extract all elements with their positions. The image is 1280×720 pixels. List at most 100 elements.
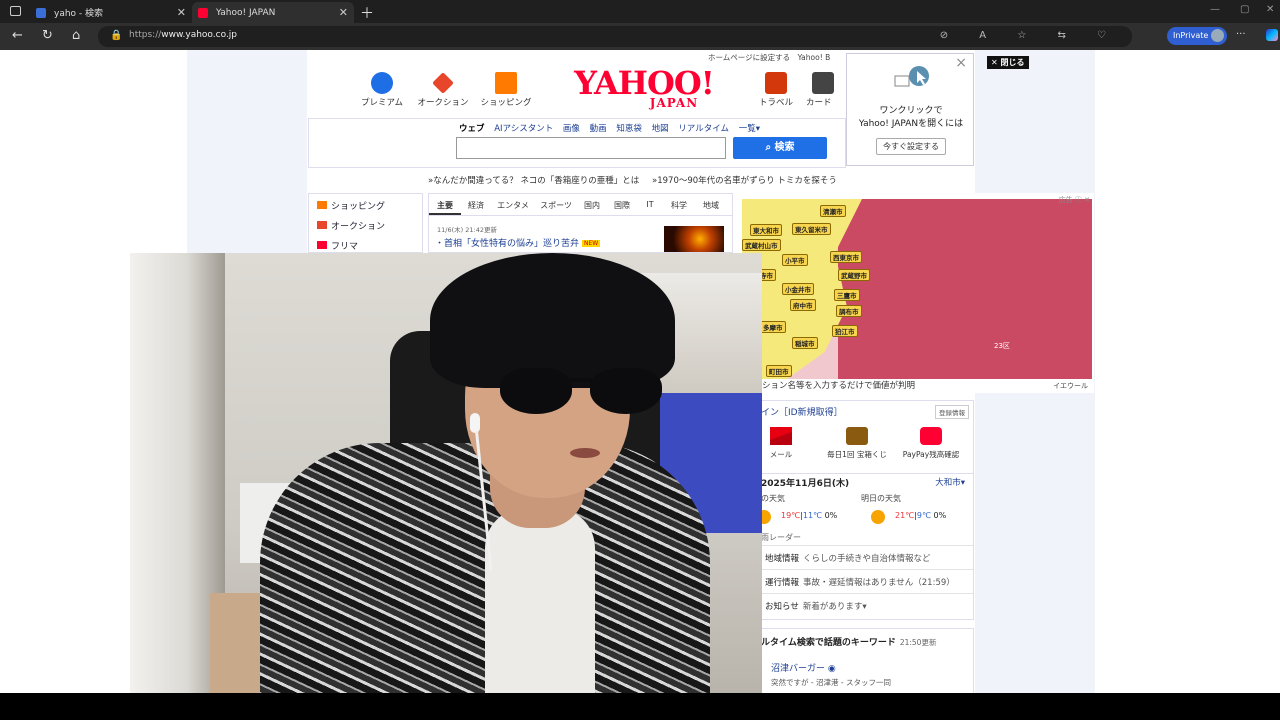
home-icon[interactable]: ⌂ — [72, 28, 80, 43]
back-icon[interactable]: ← — [12, 28, 23, 43]
search-tabs: ウェブ AIアシスタント 画像 動画 知恵袋 地図 リアルタイム 一覧▾ — [459, 122, 767, 134]
search-tab[interactable]: リアルタイム — [678, 124, 729, 134]
transit-info-row[interactable]: 運行情報 事故・遅延情報はありません（21:59） — [761, 569, 973, 593]
url-text: https://www.yahoo.co.jp — [129, 30, 238, 40]
nav-item-flea-market[interactable]: フリマ — [309, 234, 422, 254]
search-button-label: 検索 — [774, 142, 795, 153]
close-icon[interactable]: × — [955, 55, 967, 71]
tab-search[interactable]: yaho - 検索 ✕ — [30, 2, 192, 23]
high-temp: 19℃ — [781, 511, 801, 520]
info-value: くらしの手続きや自治体情報など — [803, 554, 931, 564]
news-tab[interactable]: 国内 — [577, 194, 607, 215]
nav-label: ショッピング — [331, 202, 386, 212]
search-input[interactable] — [456, 137, 726, 159]
paypay-icon — [920, 427, 942, 445]
tomorrow-temperature[interactable]: 21℃|9℃ 0% — [895, 511, 946, 520]
card-link[interactable]: カード — [806, 72, 846, 108]
copilot-icon[interactable] — [1266, 29, 1278, 41]
white-tshirt — [485, 508, 595, 693]
nav-item-shopping[interactable]: ショッピング — [309, 194, 422, 214]
person-mouth — [570, 448, 600, 458]
inprivate-badge[interactable]: InPrivate — [1167, 27, 1227, 45]
rain-radar-link[interactable]: 雨レーダー — [761, 532, 801, 543]
address-bar-icons[interactable]: ⊘ A ☆ ⇆ ♡ — [940, 30, 1120, 41]
city-label: 町田市 — [766, 365, 792, 377]
search-tab[interactable]: 地図 — [652, 124, 669, 134]
today-label: の天気 — [761, 494, 785, 503]
auction-link[interactable]: オークション — [415, 72, 471, 108]
keyword-text: 沼津バーガー — [771, 664, 826, 674]
tab-title: yaho - 検索 — [54, 9, 104, 19]
shopping-link[interactable]: ショッピング — [478, 72, 534, 108]
close-tab-icon[interactable]: ✕ — [339, 6, 348, 19]
nav-item-auction[interactable]: オークション — [309, 214, 422, 234]
rain-chance: 0% — [933, 511, 947, 520]
treasure-lottery-link[interactable]: 毎日1回 宝箱くじ — [821, 427, 893, 460]
close-tab-icon[interactable]: ✕ — [177, 6, 186, 19]
news-tab[interactable]: IT — [637, 194, 663, 215]
suitcase-icon — [765, 72, 787, 94]
register-info-button[interactable]: 登録情報 — [935, 405, 969, 419]
realtime-title: ルタイム検索で話題のキーワード 21:50更新 — [761, 635, 936, 648]
sunglasses-lens — [500, 368, 572, 414]
local-info-row[interactable]: 地域情報 くらしの手続きや自治体情報など — [761, 545, 973, 569]
more-menu-icon[interactable]: ··· — [1236, 29, 1246, 40]
search-tab[interactable]: 一覧▾ — [739, 124, 760, 134]
ad-label[interactable]: 広告 ⓘ ✕ — [1059, 195, 1090, 205]
search-tab[interactable]: 動画 — [590, 124, 607, 134]
window-close-icon[interactable]: ✕ — [1266, 4, 1274, 15]
tab-actions-icon[interactable] — [10, 6, 21, 16]
low-temp: 11℃ — [802, 511, 823, 520]
news-headline[interactable]: ・首相「女性特有の悩み」巡り苦弁 NEW — [435, 236, 601, 249]
search-icon: ⌕ — [765, 142, 775, 153]
news-tab[interactable]: 主要 — [429, 194, 461, 215]
click-cursor-icon — [894, 66, 929, 87]
yahoo-logo[interactable]: YAHOO! JAPAN — [569, 67, 719, 109]
maximize-icon[interactable]: ▢ — [1240, 4, 1249, 15]
header-label: カード — [806, 98, 832, 108]
set-homepage-link[interactable]: ホームページに設定する Yahoo! B — [708, 52, 830, 63]
info-value: 新着があります▾ — [802, 602, 867, 612]
city-label: 西東京市 — [830, 251, 862, 263]
set-now-button[interactable]: 今すぐ設定する — [876, 138, 946, 155]
topic-link[interactable]: »なんだか間違ってる？ ネコの「香箱座りの亜種」とは — [428, 176, 639, 186]
lock-icon: 🔒 — [110, 30, 123, 41]
news-thumbnail[interactable] — [664, 226, 724, 252]
bottom-bar — [0, 693, 1280, 720]
search-tab[interactable]: ウェブ — [459, 124, 485, 134]
news-tab[interactable]: 国際 — [607, 194, 637, 215]
high-temp: 21℃ — [895, 511, 915, 520]
paypay-balance-link[interactable]: PayPay残高確認 — [895, 427, 967, 460]
location-select[interactable]: 大和市▾ — [935, 476, 965, 488]
city-label: 府中市 — [790, 299, 816, 311]
news-tab[interactable]: 科学 — [663, 194, 695, 215]
news-tab[interactable]: スポーツ — [535, 194, 577, 215]
yahoo-header: プレミアム オークション ショッピング YAHOO! JAPAN トラベル カー… — [308, 64, 848, 117]
news-tab[interactable]: エンタメ — [491, 194, 535, 215]
search-tab[interactable]: 画像 — [563, 124, 580, 134]
news-tab[interactable]: 経済 — [461, 194, 491, 215]
map-advertisement[interactable]: 清瀬市 東久留米市 東大和市 武蔵村山市 小平市 西東京市 国分寺市 武蔵野市 … — [742, 193, 1094, 393]
news-tab[interactable]: 地域 — [695, 194, 727, 215]
today-temperature[interactable]: 19℃|11℃ 0% — [781, 511, 837, 520]
search-tab[interactable]: AIアシスタント — [494, 124, 553, 134]
search-button[interactable]: ⌕ 検索 — [733, 137, 827, 159]
service-label: PayPay残高確認 — [902, 450, 960, 459]
premium-link[interactable]: プレミアム — [354, 72, 410, 108]
gavel-icon — [317, 221, 327, 229]
search-tab[interactable]: 知恵袋 — [616, 124, 642, 134]
tab-yahoo[interactable]: Yahoo! JAPAN ✕ — [192, 2, 354, 23]
url-field[interactable]: 🔒 https://www.yahoo.co.jp ⊘ A ☆ ⇆ ♡ — [98, 26, 1132, 47]
login-link[interactable]: イン［ID新規取得］ — [761, 405, 843, 418]
new-tab-button[interactable]: ＋ — [360, 3, 374, 23]
trending-keyword[interactable]: 沼津バーガー ◉ — [771, 661, 836, 674]
popup-line: ワンクリックで — [879, 106, 943, 116]
city-label: 三鷹市 — [834, 289, 860, 301]
minimize-icon[interactable]: — — [1210, 4, 1220, 15]
close-ad-button[interactable]: ✕ 閉じる — [987, 56, 1029, 69]
topic-link[interactable]: »1970〜90年代の名車がずらり トミカを探そう — [652, 176, 837, 186]
notice-row[interactable]: お知らせ 新着があります▾ — [761, 593, 973, 617]
travel-link[interactable]: トラベル — [748, 72, 804, 108]
popup-text: ワンクリックで Yahoo! JAPANを開くには — [847, 105, 975, 131]
reload-icon[interactable]: ↻ — [42, 28, 53, 43]
